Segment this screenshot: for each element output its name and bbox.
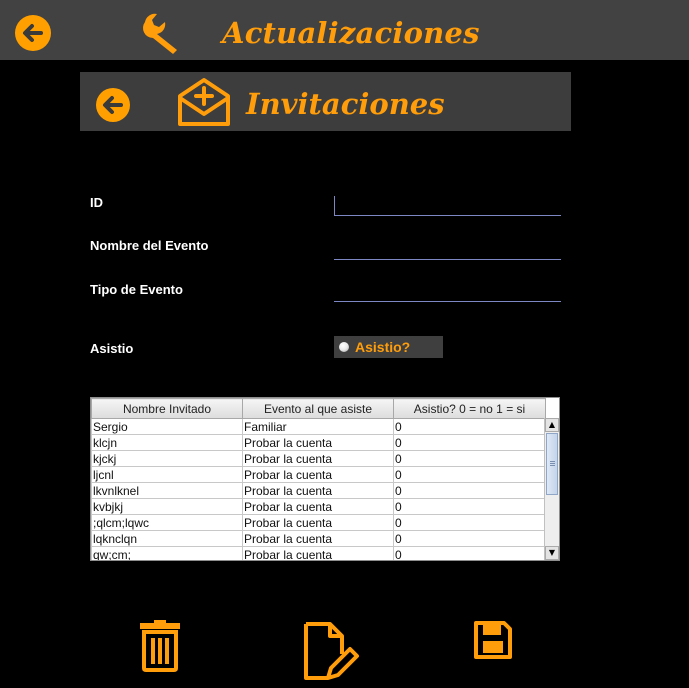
table-cell[interactable]: ljcnl [91,466,243,483]
table-cell[interactable]: klcjn [91,434,243,451]
table-row[interactable]: klcjn Probar la cuenta 0 [91,434,546,451]
back-arrow-icon[interactable] [95,87,131,127]
edit-document-icon[interactable] [302,620,360,688]
table-cell[interactable]: Probar la cuenta [242,450,394,467]
id-label: ID [90,195,103,210]
grip-line [550,461,555,462]
table-row[interactable]: ;qlcm;lqwc Probar la cuenta 0 [91,514,546,531]
table-cell[interactable]: 0 [393,498,546,515]
scroll-down-icon[interactable]: ▼ [545,546,559,560]
table-header-row: Nombre Invitado Evento al que asiste Asi… [91,398,546,419]
table-cell[interactable]: 0 [393,530,546,547]
table-cell[interactable]: 0 [393,466,546,483]
table-cell[interactable]: 0 [393,546,546,560]
event-name-label: Nombre del Evento [90,238,209,253]
table-cell[interactable]: Probar la cuenta [242,530,394,547]
table-row[interactable]: ljcnl Probar la cuenta 0 [91,466,546,483]
grip-line [550,463,555,464]
save-icon[interactable] [474,621,512,663]
scroll-up-icon[interactable]: ▲ [545,418,559,432]
mail-add-icon [176,76,232,132]
back-arrow-icon[interactable] [14,14,52,56]
table-cell[interactable]: lkvnlknel [91,482,243,499]
event-type-label: Tipo de Evento [90,282,183,297]
attended-label: Asistio [90,341,134,356]
table-cell[interactable]: Probar la cuenta [242,482,394,499]
grip-line [550,465,555,466]
trash-icon[interactable] [139,620,181,676]
table-scrollbar[interactable]: ▲ ▼ [544,418,559,560]
section-title: Invitaciones [246,87,445,121]
table-row[interactable]: kjckj Probar la cuenta 0 [91,450,546,467]
page-title: Actualizaciones [222,16,480,50]
table-cell[interactable]: 0 [393,450,546,467]
event-type-field[interactable] [334,282,561,302]
attended-radio[interactable]: Asistio? [334,336,443,358]
table-cell[interactable]: Probar la cuenta [242,514,394,531]
table-cell[interactable]: 0 [393,434,546,451]
table-row[interactable]: kvbjkj Probar la cuenta 0 [91,498,546,515]
id-field[interactable] [334,196,561,216]
table-cell[interactable]: Probar la cuenta [242,498,394,515]
scroll-thumb[interactable] [546,433,558,495]
table-cell[interactable]: 0 [393,482,546,499]
table-cell[interactable]: ;qlcm;lqwc [91,514,243,531]
event-name-field[interactable] [334,240,561,260]
column-header[interactable]: Asistio? 0 = no 1 = si [393,398,546,419]
invitations-grid: Nombre Invitado Evento al que asiste Asi… [91,398,546,560]
table-cell[interactable]: Sergio [91,418,243,435]
column-header[interactable]: Evento al que asiste [242,398,394,419]
table-row[interactable]: qw;cm; Probar la cuenta 0 [91,546,546,560]
table-cell[interactable]: Familiar [242,418,394,435]
wrench-icon [139,10,183,58]
table-row[interactable]: Sergio Familiar 0 [91,418,546,435]
table-cell[interactable]: lqknclqn [91,530,243,547]
table-row[interactable]: lqknclqn Probar la cuenta 0 [91,530,546,547]
section-header-bar: Invitaciones [80,72,571,131]
table-row[interactable]: lkvnlknel Probar la cuenta 0 [91,482,546,499]
table-cell[interactable]: 0 [393,514,546,531]
table-cell[interactable]: Probar la cuenta [242,466,394,483]
attended-radio-label: Asistio? [355,339,411,355]
column-header[interactable]: Nombre Invitado [91,398,243,419]
table-cell[interactable]: kvbjkj [91,498,243,515]
table-cell[interactable]: 0 [393,418,546,435]
table-cell[interactable]: Probar la cuenta [242,546,394,560]
table-cell[interactable]: Probar la cuenta [242,434,394,451]
top-header-bar: Actualizaciones [0,0,689,60]
radio-button-icon[interactable] [339,342,349,352]
invitations-table[interactable]: Nombre Invitado Evento al que asiste Asi… [90,397,560,561]
table-cell[interactable]: kjckj [91,450,243,467]
table-cell[interactable]: qw;cm; [91,546,243,560]
